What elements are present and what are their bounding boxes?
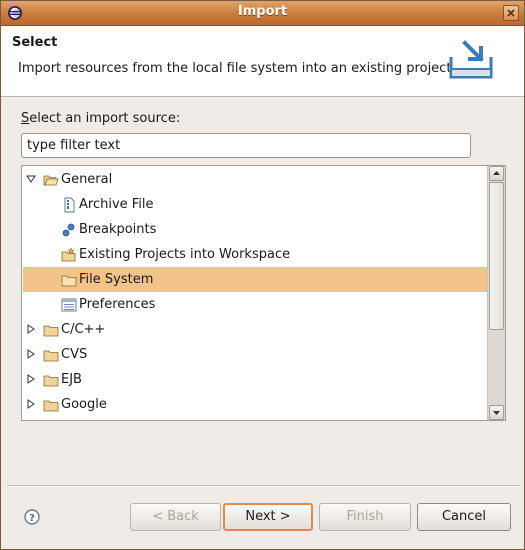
cancel-button-label: Cancel	[441, 509, 487, 524]
finish-button[interactable]: Finish	[319, 503, 411, 531]
expanded-arrow-icon[interactable]	[26, 174, 36, 184]
preferences-icon	[61, 298, 77, 312]
help-icon[interactable]: ?	[24, 509, 40, 525]
tree-item-label: CVS	[61, 347, 88, 362]
collapsed-arrow-icon[interactable]	[26, 349, 36, 359]
wizard-page-description: Import resources from the local file sys…	[18, 61, 456, 76]
tree-item-breakpoints[interactable]: Breakpoints	[23, 217, 488, 242]
tree-item-preferences[interactable]: Preferences	[23, 292, 488, 317]
tree-item-cvs[interactable]: CVS	[23, 342, 488, 367]
finish-button-label: Finish	[346, 509, 384, 524]
scroll-down-button[interactable]	[489, 405, 504, 420]
wizard-banner: Select Import resources from the local f…	[1, 26, 524, 97]
import-source-label-rest: elect an import source:	[29, 111, 181, 126]
tree-item-existing-projects[interactable]: Existing Projects into Workspace	[23, 242, 488, 267]
tree-item-file-system[interactable]: File System	[23, 267, 488, 292]
collapsed-arrow-icon[interactable]	[26, 324, 36, 334]
tree-item-label: Google	[61, 397, 107, 412]
tree-item-archive-file[interactable]: Archive File	[23, 192, 488, 217]
scroll-up-icon	[493, 171, 500, 175]
scrollbar-thumb[interactable]	[489, 182, 504, 330]
tree-item-general[interactable]: General	[23, 167, 488, 192]
tree-item-label: EJB	[61, 372, 82, 387]
collapsed-arrow-icon[interactable]	[26, 374, 36, 384]
button-bar-separator	[7, 485, 520, 487]
tree-item-label: Archive File	[79, 197, 154, 212]
folder-open-icon	[43, 175, 59, 186]
cancel-button[interactable]: Cancel	[417, 503, 511, 531]
back-button[interactable]: < Back	[130, 503, 221, 531]
folder-icon	[43, 375, 59, 387]
archive-file-icon	[64, 197, 75, 213]
wizard-page-title: Select	[12, 35, 58, 50]
filter-input[interactable]	[21, 133, 471, 158]
next-button-label: Next >	[245, 509, 291, 524]
scroll-down-icon	[493, 411, 500, 415]
import-dialog: Import Select Import resources from the …	[0, 0, 525, 550]
title-bar[interactable]: Import	[1, 1, 524, 26]
vertical-scrollbar[interactable]	[487, 166, 505, 420]
close-icon	[507, 9, 515, 17]
tree-item-label: Existing Projects into Workspace	[79, 247, 291, 262]
folder-icon	[43, 350, 59, 362]
close-button[interactable]	[503, 5, 519, 21]
collapsed-arrow-icon[interactable]	[26, 399, 36, 409]
import-source-tree[interactable]: General Archive File Breakpoints Existin…	[21, 165, 506, 421]
folder-icon	[43, 400, 59, 412]
tree-item-label: General	[61, 172, 113, 187]
breakpoints-icon	[62, 223, 75, 237]
tree-item-ejb[interactable]: EJB	[23, 367, 488, 392]
tree-item-label: C/C++	[61, 322, 106, 337]
tree-item-label: Breakpoints	[79, 222, 157, 237]
import-source-label: Select an import source:	[21, 111, 180, 126]
folder-icon	[43, 325, 59, 337]
next-button[interactable]: Next >	[223, 503, 313, 531]
window-title: Import	[237, 4, 288, 19]
folder-icon	[61, 275, 77, 287]
existing-projects-icon	[61, 247, 76, 262]
tree-item-cpp[interactable]: C/C++	[23, 317, 488, 342]
import-wizard-icon	[449, 40, 493, 79]
tree-item-label: Preferences	[79, 297, 156, 312]
tree-item-label: File System	[79, 272, 154, 287]
svg-text:?: ?	[29, 513, 35, 524]
back-button-label: < Back	[152, 509, 199, 524]
tree-item-google[interactable]: Google	[23, 392, 488, 417]
scroll-up-button[interactable]	[489, 166, 504, 181]
